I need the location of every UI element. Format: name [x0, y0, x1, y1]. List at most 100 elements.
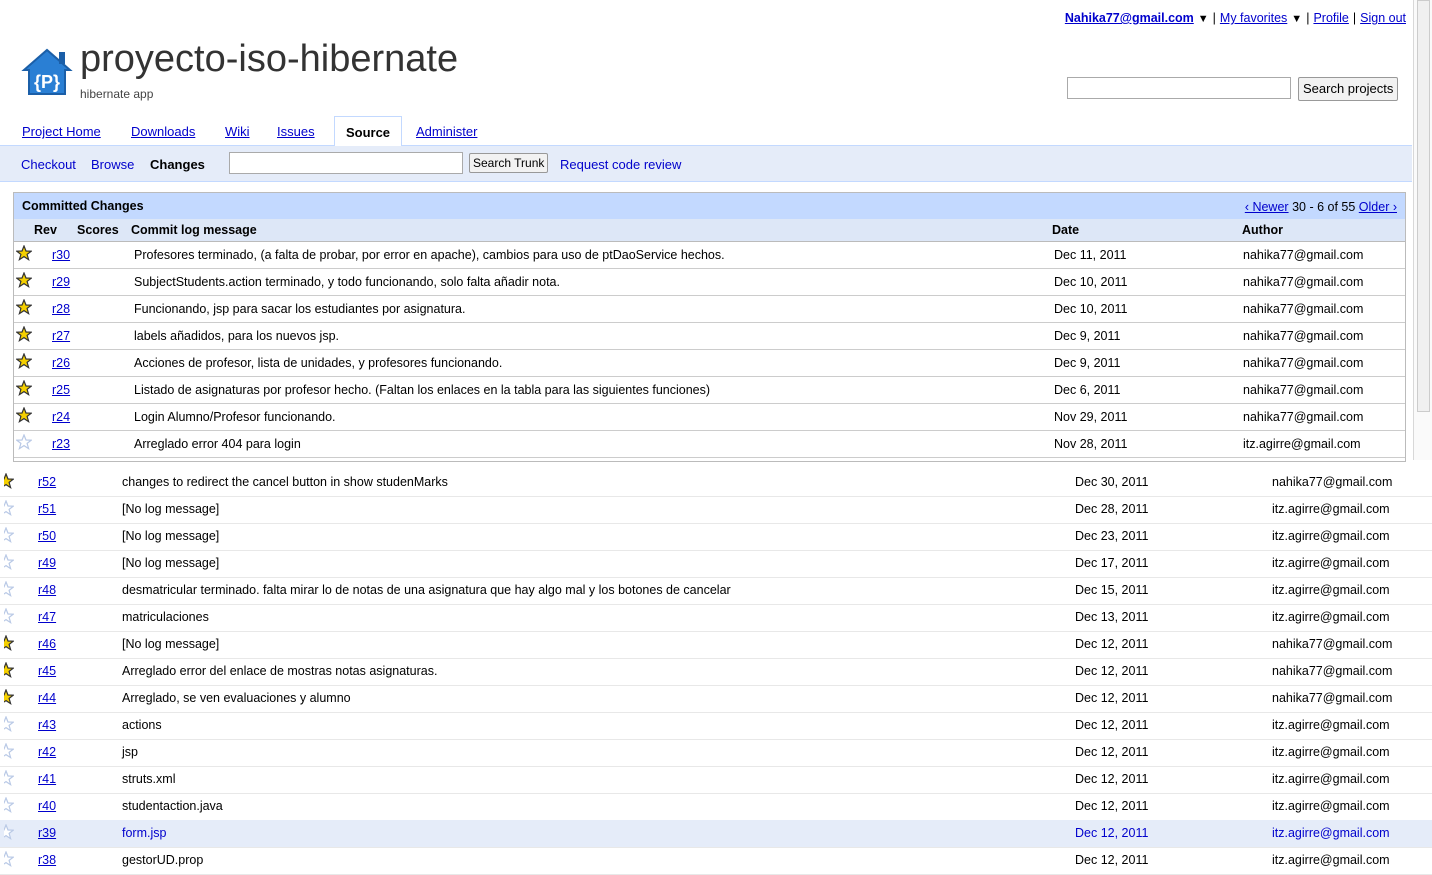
rev-link[interactable]: r38: [38, 853, 56, 867]
star-filled-icon[interactable]: [4, 689, 18, 705]
project-title[interactable]: proyecto-iso-hibernate: [80, 38, 458, 81]
star-filled-icon[interactable]: [15, 325, 33, 342]
checkout-link[interactable]: Checkout: [21, 157, 76, 172]
list-item[interactable]: r47 matriculaciones Dec 13, 2011 itz.agirre…: [0, 604, 1432, 632]
star-filled-icon[interactable]: [15, 298, 33, 315]
older-link[interactable]: Older ›: [1359, 200, 1397, 214]
list-item[interactable]: r51 [No log message] Dec 28, 2011 itz.agirr…: [0, 496, 1432, 524]
rev-link[interactable]: r40: [38, 799, 56, 813]
table-row[interactable]: r27 labels añadidos, para los nuevos jsp.…: [14, 323, 1405, 350]
scrollbar-thumb[interactable]: [1417, 0, 1430, 412]
star-filled-icon[interactable]: [4, 473, 18, 489]
rev-link[interactable]: r50: [38, 529, 56, 543]
tab-wiki[interactable]: Wiki: [225, 124, 250, 139]
newer-link[interactable]: ‹ Newer: [1245, 200, 1289, 214]
star-filled-icon[interactable]: [4, 635, 18, 651]
star-filled-icon[interactable]: [15, 379, 33, 396]
rev-link[interactable]: r41: [38, 772, 56, 786]
my-favorites-link[interactable]: My favorites: [1220, 11, 1287, 25]
star-empty-icon[interactable]: [4, 581, 18, 597]
user-menu-arrow-icon[interactable]: ▼: [1198, 13, 1209, 25]
list-item[interactable]: r38 gestorUD.prop Dec 12, 2011 itz.agirre@g…: [0, 847, 1432, 875]
col-message[interactable]: Commit log message: [131, 223, 257, 237]
table-row[interactable]: r25 Listado de asignaturas por profesor h…: [14, 377, 1405, 404]
table-row[interactable]: r23 Arreglado error 404 para login Nov 28,…: [14, 431, 1405, 458]
rev-link[interactable]: r46: [38, 637, 56, 651]
tab-downloads[interactable]: Downloads: [131, 124, 195, 139]
star-filled-icon[interactable]: [15, 271, 33, 288]
rev-link[interactable]: r51: [38, 502, 56, 516]
table-row[interactable]: r28 Funcionando, jsp para sacar los estud…: [14, 296, 1405, 323]
rev-link[interactable]: r42: [38, 745, 56, 759]
star-empty-icon[interactable]: [15, 433, 33, 450]
user-email-link[interactable]: Nahika77@gmail.com: [1065, 11, 1194, 25]
star-filled-icon[interactable]: [15, 244, 33, 261]
rev-link[interactable]: r29: [52, 275, 70, 289]
list-item[interactable]: r39 form.jsp Dec 12, 2011 itz.agirre@gmail.…: [0, 820, 1432, 848]
tab-source[interactable]: Source: [334, 116, 402, 147]
table-row[interactable]: r29 SubjectStudents.action terminado, y t…: [14, 269, 1405, 296]
search-projects-button[interactable]: Search projects: [1298, 77, 1399, 101]
rev-link[interactable]: r24: [52, 410, 70, 424]
star-empty-icon[interactable]: [4, 527, 18, 543]
list-item[interactable]: r52 changes to redirect the cancel button…: [0, 469, 1432, 497]
star-empty-icon[interactable]: [4, 797, 18, 813]
rev-link[interactable]: r23: [52, 437, 70, 451]
changes-link[interactable]: Changes: [150, 157, 205, 172]
rev-link[interactable]: r52: [38, 475, 56, 489]
request-code-review-link[interactable]: Request code review: [560, 157, 681, 172]
rev-link[interactable]: r26: [52, 356, 70, 370]
project-logo-icon[interactable]: {P}: [20, 46, 74, 98]
star-empty-icon[interactable]: [4, 554, 18, 570]
col-author[interactable]: Author: [1242, 223, 1283, 237]
rev-link[interactable]: r39: [38, 826, 56, 840]
list-item[interactable]: r40 studentaction.java Dec 12, 2011 itz.agi…: [0, 793, 1432, 821]
rev-link[interactable]: r43: [38, 718, 56, 732]
rev-link[interactable]: r25: [52, 383, 70, 397]
table-row[interactable]: r26 Acciones de profesor, lista de unidad…: [14, 350, 1405, 377]
table-row[interactable]: r30 Profesores terminado, (a falta de pro…: [14, 242, 1405, 269]
list-item[interactable]: r48 desmatricular terminado. falta mirar …: [0, 577, 1432, 605]
star-filled-icon[interactable]: [4, 662, 18, 678]
list-item[interactable]: r44 Arreglado, se ven evaluaciones y alum…: [0, 685, 1432, 713]
list-item[interactable]: r46 [No log message] Dec 12, 2011 nahika77@…: [0, 631, 1432, 659]
tab-administer[interactable]: Administer: [416, 124, 477, 139]
favorites-arrow-icon[interactable]: ▼: [1291, 13, 1302, 25]
star-empty-icon[interactable]: [4, 743, 18, 759]
rev-link[interactable]: r44: [38, 691, 56, 705]
list-item[interactable]: r43 actions Dec 12, 2011 itz.agirre@gmail.c…: [0, 712, 1432, 740]
rev-link[interactable]: r49: [38, 556, 56, 570]
list-item[interactable]: r50 [No log message] Dec 23, 2011 itz.agirr…: [0, 523, 1432, 551]
list-item[interactable]: r45 Arreglado error del enlace de mostras…: [0, 658, 1432, 686]
project-search-input[interactable]: [1067, 77, 1291, 99]
col-scores[interactable]: Scores: [77, 223, 119, 237]
rev-link[interactable]: r47: [38, 610, 56, 624]
rev-link[interactable]: r45: [38, 664, 56, 678]
star-empty-icon[interactable]: [4, 770, 18, 786]
search-trunk-input[interactable]: [229, 152, 463, 174]
tab-issues[interactable]: Issues: [277, 124, 315, 139]
scrollbar[interactable]: [1413, 0, 1432, 460]
col-date[interactable]: Date: [1052, 223, 1079, 237]
star-filled-icon[interactable]: [15, 352, 33, 369]
star-filled-icon[interactable]: [15, 406, 33, 423]
star-empty-icon[interactable]: [4, 851, 18, 867]
browse-link[interactable]: Browse: [91, 157, 134, 172]
list-item[interactable]: r42 jsp Dec 12, 2011 itz.agirre@gmail.com: [0, 739, 1432, 767]
col-rev[interactable]: Rev: [34, 223, 57, 237]
rev-link[interactable]: r30: [52, 248, 70, 262]
table-row[interactable]: r24 Login Alumno/Profesor funcionando. Nov…: [14, 404, 1405, 431]
star-empty-icon[interactable]: [4, 500, 18, 516]
profile-link[interactable]: Profile: [1313, 11, 1348, 25]
rev-link[interactable]: r28: [52, 302, 70, 316]
star-empty-icon[interactable]: [4, 716, 18, 732]
star-empty-icon[interactable]: [4, 608, 18, 624]
sign-out-link[interactable]: Sign out: [1360, 11, 1406, 25]
search-trunk-button[interactable]: Search Trunk: [469, 153, 549, 173]
list-item[interactable]: r41 struts.xml Dec 12, 2011 itz.agirre@gmai…: [0, 766, 1432, 794]
rev-link[interactable]: r27: [52, 329, 70, 343]
list-item[interactable]: r49 [No log message] Dec 17, 2011 itz.agirr…: [0, 550, 1432, 578]
tab-project-home[interactable]: Project Home: [22, 124, 101, 139]
rev-link[interactable]: r48: [38, 583, 56, 597]
star-empty-icon[interactable]: [4, 824, 18, 840]
